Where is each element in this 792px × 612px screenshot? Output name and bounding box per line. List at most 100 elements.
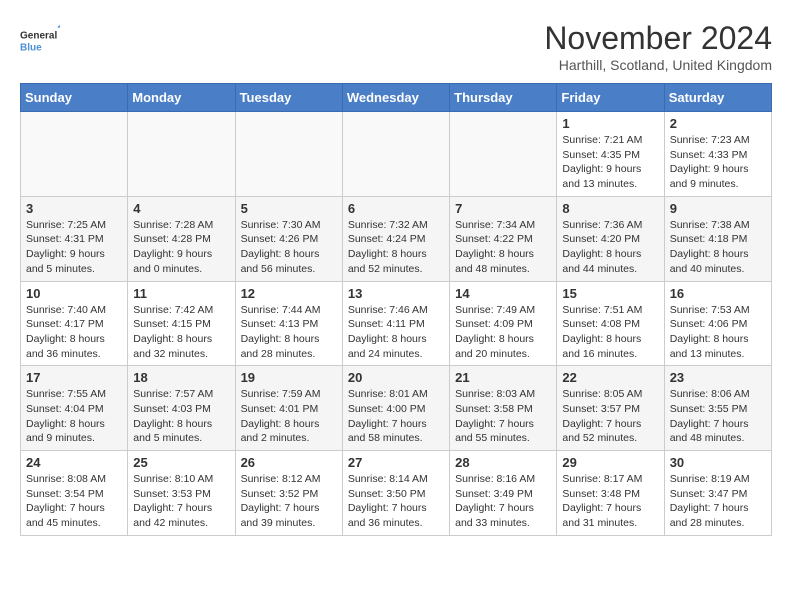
day-cell: 4 Sunrise: 7:28 AM Sunset: 4:28 PM Daylig…: [128, 196, 235, 281]
header-thursday: Thursday: [450, 84, 557, 112]
day-cell: 17 Sunrise: 7:55 AM Sunset: 4:04 PM Dayli…: [21, 366, 128, 451]
logo: General Blue: [20, 20, 60, 60]
day-number: 17: [26, 370, 122, 385]
title-block: November 2024 Harthill, Scotland, United…: [544, 20, 772, 73]
day-info: Sunrise: 8:06 AM Sunset: 3:55 PM Dayligh…: [670, 387, 766, 446]
header-sunday: Sunday: [21, 84, 128, 112]
header-tuesday: Tuesday: [235, 84, 342, 112]
day-info: Sunrise: 8:16 AM Sunset: 3:49 PM Dayligh…: [455, 472, 551, 531]
calendar-table: SundayMondayTuesdayWednesdayThursdayFrid…: [20, 83, 772, 536]
day-number: 13: [348, 286, 444, 301]
day-number: 19: [241, 370, 337, 385]
day-number: 16: [670, 286, 766, 301]
day-cell: 7 Sunrise: 7:34 AM Sunset: 4:22 PM Daylig…: [450, 196, 557, 281]
day-number: 28: [455, 455, 551, 470]
day-number: 14: [455, 286, 551, 301]
svg-text:Blue: Blue: [20, 42, 42, 53]
day-cell: 26 Sunrise: 8:12 AM Sunset: 3:52 PM Dayli…: [235, 451, 342, 536]
day-number: 1: [562, 116, 658, 131]
day-cell: 18 Sunrise: 7:57 AM Sunset: 4:03 PM Dayli…: [128, 366, 235, 451]
day-info: Sunrise: 8:01 AM Sunset: 4:00 PM Dayligh…: [348, 387, 444, 446]
day-info: Sunrise: 7:40 AM Sunset: 4:17 PM Dayligh…: [26, 303, 122, 362]
day-cell: [450, 112, 557, 197]
day-number: 12: [241, 286, 337, 301]
location: Harthill, Scotland, United Kingdom: [544, 57, 772, 73]
day-number: 5: [241, 201, 337, 216]
day-info: Sunrise: 7:34 AM Sunset: 4:22 PM Dayligh…: [455, 218, 551, 277]
header-saturday: Saturday: [664, 84, 771, 112]
day-number: 7: [455, 201, 551, 216]
day-number: 20: [348, 370, 444, 385]
day-info: Sunrise: 7:59 AM Sunset: 4:01 PM Dayligh…: [241, 387, 337, 446]
svg-text:General: General: [20, 30, 57, 41]
header-monday: Monday: [128, 84, 235, 112]
page-header: General Blue November 2024 Harthill, Sco…: [20, 20, 772, 73]
day-info: Sunrise: 7:23 AM Sunset: 4:33 PM Dayligh…: [670, 133, 766, 192]
day-number: 21: [455, 370, 551, 385]
day-number: 9: [670, 201, 766, 216]
day-info: Sunrise: 7:21 AM Sunset: 4:35 PM Dayligh…: [562, 133, 658, 192]
day-info: Sunrise: 7:30 AM Sunset: 4:26 PM Dayligh…: [241, 218, 337, 277]
week-row-1: 1 Sunrise: 7:21 AM Sunset: 4:35 PM Daylig…: [21, 112, 772, 197]
day-info: Sunrise: 7:46 AM Sunset: 4:11 PM Dayligh…: [348, 303, 444, 362]
day-cell: 30 Sunrise: 8:19 AM Sunset: 3:47 PM Dayli…: [664, 451, 771, 536]
day-cell: 15Sunrise: 7:51 AM Sunset: 4:08 PM Dayli…: [557, 281, 664, 366]
day-info: Sunrise: 7:53 AM Sunset: 4:06 PM Dayligh…: [670, 303, 766, 362]
day-number: 15: [562, 286, 658, 301]
week-row-2: 3 Sunrise: 7:25 AM Sunset: 4:31 PM Daylig…: [21, 196, 772, 281]
day-number: 4: [133, 201, 229, 216]
day-cell: 3 Sunrise: 7:25 AM Sunset: 4:31 PM Daylig…: [21, 196, 128, 281]
day-number: 24: [26, 455, 122, 470]
day-info: Sunrise: 8:12 AM Sunset: 3:52 PM Dayligh…: [241, 472, 337, 531]
day-cell: [128, 112, 235, 197]
day-number: 2: [670, 116, 766, 131]
day-cell: 16 Sunrise: 7:53 AM Sunset: 4:06 PM Dayli…: [664, 281, 771, 366]
day-cell: [21, 112, 128, 197]
day-info: Sunrise: 8:14 AM Sunset: 3:50 PM Dayligh…: [348, 472, 444, 531]
day-info: Sunrise: 7:36 AM Sunset: 4:20 PM Dayligh…: [562, 218, 658, 277]
day-cell: 20 Sunrise: 8:01 AM Sunset: 4:00 PM Dayli…: [342, 366, 449, 451]
day-cell: 13 Sunrise: 7:46 AM Sunset: 4:11 PM Dayli…: [342, 281, 449, 366]
day-number: 8: [562, 201, 658, 216]
day-cell: 9 Sunrise: 7:38 AM Sunset: 4:18 PM Daylig…: [664, 196, 771, 281]
day-info: Sunrise: 7:28 AM Sunset: 4:28 PM Dayligh…: [133, 218, 229, 277]
header-row: SundayMondayTuesdayWednesdayThursdayFrid…: [21, 84, 772, 112]
day-info: Sunrise: 7:25 AM Sunset: 4:31 PM Dayligh…: [26, 218, 122, 277]
day-info: Sunrise: 8:10 AM Sunset: 3:53 PM Dayligh…: [133, 472, 229, 531]
day-number: 29: [562, 455, 658, 470]
day-cell: 21 Sunrise: 8:03 AM Sunset: 3:58 PM Dayli…: [450, 366, 557, 451]
day-cell: 2 Sunrise: 7:23 AM Sunset: 4:33 PM Daylig…: [664, 112, 771, 197]
day-number: 26: [241, 455, 337, 470]
day-number: 3: [26, 201, 122, 216]
day-info: Sunrise: 8:19 AM Sunset: 3:47 PM Dayligh…: [670, 472, 766, 531]
week-row-5: 24 Sunrise: 8:08 AM Sunset: 3:54 PM Dayli…: [21, 451, 772, 536]
day-info: Sunrise: 8:03 AM Sunset: 3:58 PM Dayligh…: [455, 387, 551, 446]
day-info: Sunrise: 7:38 AM Sunset: 4:18 PM Dayligh…: [670, 218, 766, 277]
day-cell: 24 Sunrise: 8:08 AM Sunset: 3:54 PM Dayli…: [21, 451, 128, 536]
day-info: Sunrise: 7:57 AM Sunset: 4:03 PM Dayligh…: [133, 387, 229, 446]
day-cell: 29Sunrise: 8:17 AM Sunset: 3:48 PM Dayli…: [557, 451, 664, 536]
day-cell: 27Sunrise: 8:14 AM Sunset: 3:50 PM Dayli…: [342, 451, 449, 536]
day-number: 22: [562, 370, 658, 385]
day-cell: 6Sunrise: 7:32 AM Sunset: 4:24 PM Daylig…: [342, 196, 449, 281]
day-info: Sunrise: 8:08 AM Sunset: 3:54 PM Dayligh…: [26, 472, 122, 531]
day-cell: 11 Sunrise: 7:42 AM Sunset: 4:15 PM Dayli…: [128, 281, 235, 366]
day-number: 25: [133, 455, 229, 470]
day-cell: 14 Sunrise: 7:49 AM Sunset: 4:09 PM Dayli…: [450, 281, 557, 366]
day-info: Sunrise: 7:32 AM Sunset: 4:24 PM Dayligh…: [348, 218, 444, 277]
day-info: Sunrise: 7:55 AM Sunset: 4:04 PM Dayligh…: [26, 387, 122, 446]
day-cell: [342, 112, 449, 197]
day-info: Sunrise: 7:42 AM Sunset: 4:15 PM Dayligh…: [133, 303, 229, 362]
month-title: November 2024: [544, 20, 772, 57]
day-info: Sunrise: 7:49 AM Sunset: 4:09 PM Dayligh…: [455, 303, 551, 362]
day-cell: 25 Sunrise: 8:10 AM Sunset: 3:53 PM Dayli…: [128, 451, 235, 536]
day-number: 30: [670, 455, 766, 470]
day-cell: 19 Sunrise: 7:59 AM Sunset: 4:01 PM Dayli…: [235, 366, 342, 451]
day-cell: 5 Sunrise: 7:30 AM Sunset: 4:26 PM Daylig…: [235, 196, 342, 281]
day-number: 18: [133, 370, 229, 385]
header-friday: Friday: [557, 84, 664, 112]
day-cell: 28 Sunrise: 8:16 AM Sunset: 3:49 PM Dayli…: [450, 451, 557, 536]
day-number: 11: [133, 286, 229, 301]
day-number: 10: [26, 286, 122, 301]
day-info: Sunrise: 8:05 AM Sunset: 3:57 PM Dayligh…: [562, 387, 658, 446]
